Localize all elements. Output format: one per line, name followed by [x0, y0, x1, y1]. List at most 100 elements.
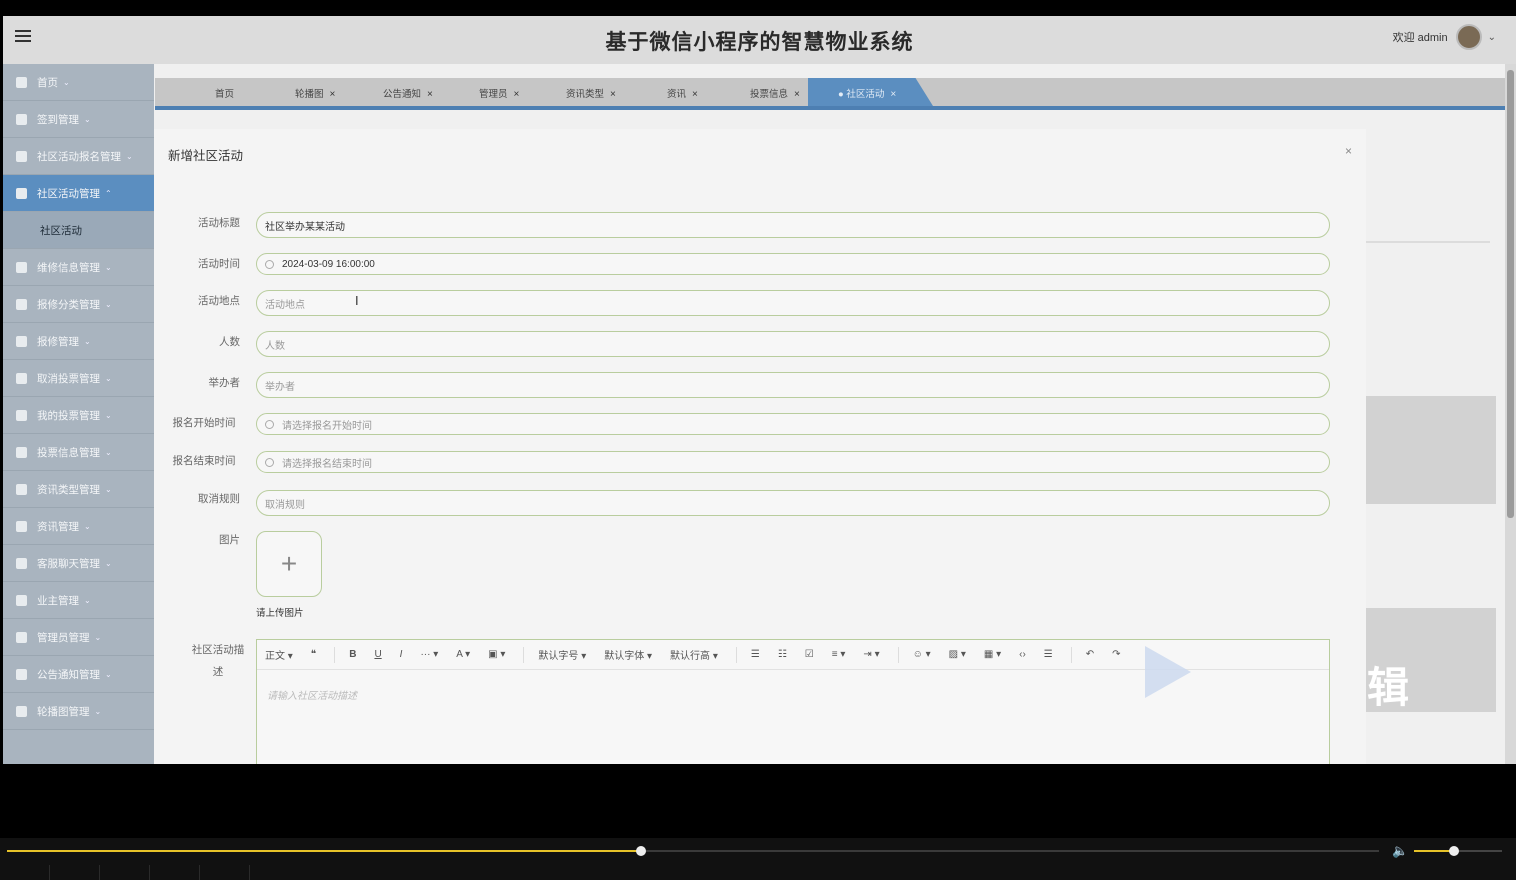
- close-icon[interactable]: ×: [427, 89, 433, 100]
- sidebar-item-checkin[interactable]: 签到管理 ⌄: [3, 101, 154, 138]
- sidebar-item-vote-info[interactable]: 投票信息管理 ⌄: [3, 434, 154, 471]
- sidebar-item-repair-category[interactable]: 报修分类管理 ⌄: [3, 286, 154, 323]
- font-family-select[interactable]: 默认字体 ▾: [604, 647, 652, 662]
- underline-icon[interactable]: U: [374, 649, 381, 660]
- undo-icon[interactable]: ↶: [1086, 649, 1094, 660]
- volume-slider[interactable]: [1414, 846, 1502, 856]
- signup-start-label: 报名开始时间: [172, 417, 236, 429]
- volume-icon[interactable]: 🔈: [1392, 843, 1408, 859]
- sidebar-item-repair[interactable]: 报修管理 ⌄: [3, 323, 154, 360]
- close-icon[interactable]: ×: [794, 89, 800, 100]
- table-icon[interactable]: ▦ ▾: [984, 649, 1001, 660]
- image-upload-button[interactable]: +: [256, 531, 322, 597]
- tab-admin[interactable]: 管理员 ×: [479, 86, 519, 100]
- tab-vote-info[interactable]: 投票信息 ×: [750, 86, 800, 100]
- toolbar-divider: [897, 646, 899, 663]
- sidebar-item-owner[interactable]: 业主管理 ⌄: [3, 582, 154, 619]
- chevron-down-icon: ⌄: [105, 669, 112, 679]
- tab-carousel[interactable]: 轮播图 ×: [295, 86, 335, 100]
- play-logo-icon: [1145, 646, 1191, 698]
- code-icon[interactable]: ‹›: [1019, 649, 1026, 660]
- sidebar-item-news[interactable]: 资讯管理 ⌄: [3, 508, 154, 545]
- signup-end-picker[interactable]: 请选择报名结束时间: [256, 451, 1330, 473]
- count-label: 人数: [219, 336, 240, 348]
- news-icon: [16, 520, 27, 532]
- cancel-vote-icon: [16, 372, 27, 384]
- title-input[interactable]: 社区举办某某活动: [256, 212, 1330, 238]
- progress-fill: [7, 850, 641, 852]
- player-button[interactable]: [100, 865, 150, 880]
- align-icon[interactable]: ≡ ▾: [832, 649, 846, 660]
- sidebar-item-my-vote[interactable]: 我的投票管理 ⌄: [3, 397, 154, 434]
- sidebar-item-repair-info[interactable]: 维修信息管理 ⌄: [3, 249, 154, 286]
- place-input[interactable]: 活动地点: [256, 290, 1330, 316]
- count-input[interactable]: 人数: [256, 331, 1330, 357]
- close-icon[interactable]: ×: [514, 89, 520, 100]
- tab-news[interactable]: 资讯 ×: [667, 86, 698, 100]
- vote-icon: [16, 409, 27, 421]
- emoji-icon[interactable]: ☺ ▾: [913, 649, 931, 660]
- divider-line-icon[interactable]: ☰: [1044, 649, 1053, 660]
- tab-notice[interactable]: 公告通知 ×: [383, 86, 433, 100]
- close-icon[interactable]: ×: [890, 89, 896, 100]
- player-button[interactable]: [200, 865, 250, 880]
- page-scrollbar[interactable]: [1505, 64, 1516, 764]
- close-icon[interactable]: ×: [330, 89, 336, 100]
- sidebar-item-notice[interactable]: 公告通知管理 ⌄: [3, 656, 154, 693]
- close-icon[interactable]: ×: [692, 89, 698, 100]
- dialog-title: 新增社区活动: [168, 149, 244, 163]
- sidebar-item-carousel[interactable]: 轮播图管理 ⌄: [3, 693, 154, 730]
- player-button[interactable]: [150, 865, 200, 880]
- time-picker[interactable]: 2024-03-09 16:00:00: [256, 253, 1330, 275]
- avatar[interactable]: [1455, 24, 1482, 50]
- more-icon[interactable]: ··· ▾: [420, 649, 438, 660]
- organizer-input[interactable]: 举办者: [256, 372, 1330, 398]
- font-size-select[interactable]: 默认字号 ▾: [538, 647, 586, 662]
- player-button[interactable]: [0, 865, 50, 880]
- chevron-down-icon[interactable]: ⌄: [1488, 32, 1496, 43]
- numbered-list-icon[interactable]: ☷: [778, 649, 787, 660]
- sidebar-item-cancel-vote[interactable]: 取消投票管理 ⌄: [3, 360, 154, 397]
- plus-icon: +: [280, 548, 298, 579]
- sidebar-item-activity-signup[interactable]: 社区活动报名管理 ⌄: [3, 138, 154, 175]
- font-color-icon[interactable]: A ▾: [456, 649, 470, 660]
- bullet-list-icon[interactable]: ☰: [751, 649, 760, 660]
- sidebar-item-admin[interactable]: 管理员管理 ⌄: [3, 619, 154, 656]
- sidebar-item-activity[interactable]: 社区活动管理 ⌃: [3, 175, 154, 212]
- chevron-down-icon: ⌄: [105, 484, 112, 494]
- text-cursor-icon: I: [355, 293, 359, 308]
- user-menu[interactable]: 欢迎 admin ⌄: [1393, 24, 1496, 50]
- scrollbar-thumb[interactable]: [1507, 70, 1514, 518]
- player-button[interactable]: [50, 865, 100, 880]
- sidebar-item-news-type[interactable]: 资讯类型管理 ⌄: [3, 471, 154, 508]
- image-icon[interactable]: ▨ ▾: [949, 649, 966, 660]
- paragraph-format-button[interactable]: 正文 ▾: [265, 647, 293, 662]
- sidebar-item-chat[interactable]: 客服聊天管理 ⌄: [3, 545, 154, 582]
- line-height-select[interactable]: 默认行高 ▾: [670, 647, 718, 662]
- watermark: 辑: [1145, 646, 1441, 726]
- chevron-down-icon: ⌄: [105, 262, 112, 272]
- tab-news-type[interactable]: 资讯类型 ×: [566, 86, 616, 100]
- chevron-down-icon: ⌄: [63, 77, 70, 87]
- progress-handle[interactable]: [635, 846, 646, 856]
- cancel-rule-input[interactable]: 取消规则: [256, 490, 1330, 516]
- chevron-up-icon: ⌃: [105, 188, 112, 198]
- close-icon[interactable]: ×: [1345, 144, 1352, 158]
- todo-icon[interactable]: ☑: [805, 649, 814, 660]
- signup-start-picker[interactable]: 请选择报名开始时间: [256, 413, 1330, 435]
- background-color-icon[interactable]: ▣ ▾: [488, 649, 505, 660]
- volume-handle[interactable]: [1448, 846, 1459, 856]
- sidebar-subitem-activity[interactable]: 社区活动: [3, 212, 154, 249]
- video-progress-bar[interactable]: [7, 846, 1379, 856]
- blockquote-icon[interactable]: ❝: [311, 649, 316, 660]
- tab-activity[interactable]: ● 社区活动 ×: [838, 86, 896, 100]
- panel-icon: [16, 187, 27, 199]
- chevron-down-icon: ⌄: [84, 595, 91, 605]
- italic-icon[interactable]: I: [400, 649, 403, 660]
- sidebar-item-home[interactable]: 首页 ⌄: [3, 64, 154, 101]
- close-icon[interactable]: ×: [610, 89, 616, 100]
- bold-icon[interactable]: B: [349, 649, 356, 660]
- redo-icon[interactable]: ↷: [1112, 649, 1120, 660]
- tab-home[interactable]: 首页: [215, 86, 234, 100]
- indent-icon[interactable]: ⇥ ▾: [863, 649, 879, 660]
